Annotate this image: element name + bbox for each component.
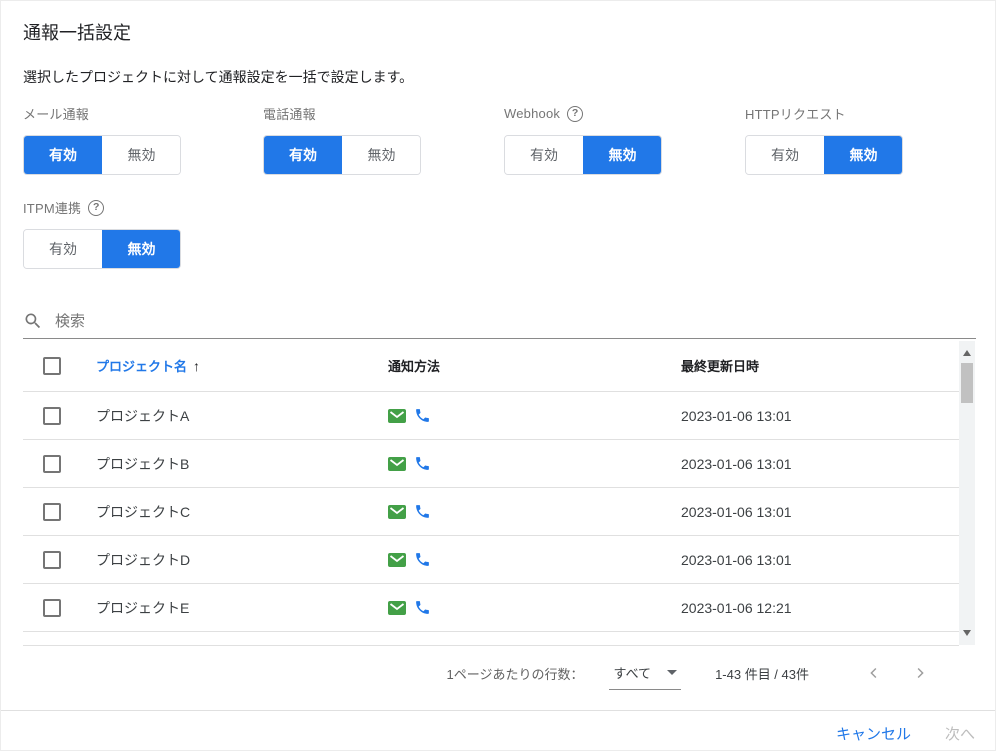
itpm-disable-button[interactable]: 無効: [102, 230, 180, 268]
table-row[interactable]: プロジェクトD 2023-01-06 13:01: [23, 536, 959, 584]
column-header-updated: 最終更新日時: [681, 356, 759, 375]
itpm-help-icon[interactable]: ?: [88, 200, 104, 216]
updated-cell: 2023-01-06 12:21: [681, 600, 792, 616]
http-request-enable-button[interactable]: 有効: [746, 136, 824, 174]
page-title: 通報一括設定: [23, 19, 131, 45]
mail-icon: [388, 505, 406, 519]
phone-icon: [414, 551, 431, 568]
chevron-left-icon: [865, 664, 883, 682]
phone-icon: [414, 407, 431, 424]
row-checkbox[interactable]: [43, 455, 61, 473]
project-name-cell: プロジェクトD: [96, 550, 190, 570]
table-row[interactable]: プロジェクトE 2023-01-06 12:21: [23, 584, 959, 632]
table-header-row: プロジェクト名 ↑ 通知方法 最終更新日時: [23, 340, 959, 392]
previous-page-button[interactable]: [861, 660, 887, 686]
project-name-cell: プロジェクトA: [96, 406, 189, 426]
bulk-report-settings-dialog: 通報一括設定 選択したプロジェクトに対して通報設定を一括で設定します。 メール通…: [0, 0, 996, 751]
project-name-cell: プロジェクトE: [96, 598, 189, 618]
search-icon: [23, 311, 43, 331]
http-request-disable-button[interactable]: 無効: [824, 136, 902, 174]
next-button[interactable]: 次へ: [945, 723, 975, 744]
chevron-right-icon: [911, 664, 929, 682]
phone-enable-button[interactable]: 有効: [264, 136, 342, 174]
phone-icon: [414, 599, 431, 616]
row-checkbox[interactable]: [43, 503, 61, 521]
toggle-group-http-request: HTTPリクエスト 有効 無効: [745, 105, 903, 175]
footer-actions: キャンセル 次へ: [1, 715, 996, 751]
scrollbar-up-icon[interactable]: [963, 350, 971, 356]
scrollbar-down-icon[interactable]: [963, 630, 971, 636]
mail-icon: [388, 409, 406, 423]
table-row[interactable]: プロジェクトA 2023-01-06 13:01: [23, 392, 959, 440]
projects-table: プロジェクト名 ↑ 通知方法 最終更新日時 プロジェクトA 2023-01-06…: [23, 340, 959, 646]
rows-per-page-label: 1ページあたりの行数：: [447, 664, 584, 683]
toggle-group-mail: メール通報 有効 無効: [23, 105, 181, 175]
webhook-disable-button[interactable]: 無効: [583, 136, 661, 174]
table-row[interactable]: プロジェクトB 2023-01-06 13:01: [23, 440, 959, 488]
pagination-range-label: 1-43 件目 / 43件: [715, 664, 809, 683]
toggle-group-phone: 電話通報 有効 無効: [263, 105, 421, 175]
select-all-checkbox[interactable]: [43, 357, 61, 375]
column-header-project-name[interactable]: プロジェクト名 ↑: [96, 340, 200, 391]
dropdown-arrow-icon: [667, 670, 677, 675]
mail-icon: [388, 553, 406, 567]
webhook-enable-button[interactable]: 有効: [505, 136, 583, 174]
scrollbar-thumb[interactable]: [961, 363, 973, 403]
mail-disable-button[interactable]: 無効: [102, 136, 180, 174]
search-input[interactable]: [55, 313, 976, 330]
toggle-group-itpm: ITPM連携 ? 有効 無効: [23, 199, 181, 269]
table-row[interactable]: プロジェクトC 2023-01-06 13:01: [23, 488, 959, 536]
webhook-help-icon[interactable]: ?: [567, 106, 583, 122]
next-page-button[interactable]: [907, 660, 933, 686]
http-request-label: HTTPリクエスト: [745, 104, 846, 123]
page-description: 選択したプロジェクトに対して通報設定を一括で設定します。: [23, 67, 413, 87]
cancel-button[interactable]: キャンセル: [836, 723, 911, 744]
updated-cell: 2023-01-06 13:01: [681, 408, 792, 424]
column-header-methods: 通知方法: [388, 356, 440, 375]
phone-disable-button[interactable]: 無効: [342, 136, 420, 174]
row-checkbox[interactable]: [43, 599, 61, 617]
itpm-label: ITPM連携: [23, 198, 81, 217]
phone-icon: [414, 455, 431, 472]
updated-cell: 2023-01-06 13:01: [681, 504, 792, 520]
itpm-enable-button[interactable]: 有効: [24, 230, 102, 268]
webhook-label: Webhook: [504, 106, 560, 121]
rows-per-page-value: すべて: [613, 663, 651, 682]
footer-divider: [1, 710, 996, 711]
rows-per-page-select[interactable]: すべて: [609, 657, 681, 690]
table-scrollbar[interactable]: [959, 341, 975, 645]
updated-cell: 2023-01-06 13:01: [681, 552, 792, 568]
mail-enable-button[interactable]: 有効: [24, 136, 102, 174]
row-checkbox[interactable]: [43, 407, 61, 425]
search-bar: [23, 304, 976, 339]
mail-icon: [388, 601, 406, 615]
mail-report-label: メール通報: [23, 104, 89, 123]
toggle-group-webhook: Webhook ? 有効 無効: [504, 105, 662, 175]
phone-report-label: 電話通報: [263, 104, 316, 123]
updated-cell: 2023-01-06 13:01: [681, 456, 792, 472]
mail-icon: [388, 457, 406, 471]
phone-icon: [414, 503, 431, 520]
pagination-bar: 1ページあたりの行数： すべて 1-43 件目 / 43件: [23, 651, 943, 695]
project-name-cell: プロジェクトB: [96, 454, 189, 474]
sort-asc-icon: ↑: [193, 358, 200, 374]
row-checkbox[interactable]: [43, 551, 61, 569]
project-name-cell: プロジェクトC: [96, 502, 190, 522]
